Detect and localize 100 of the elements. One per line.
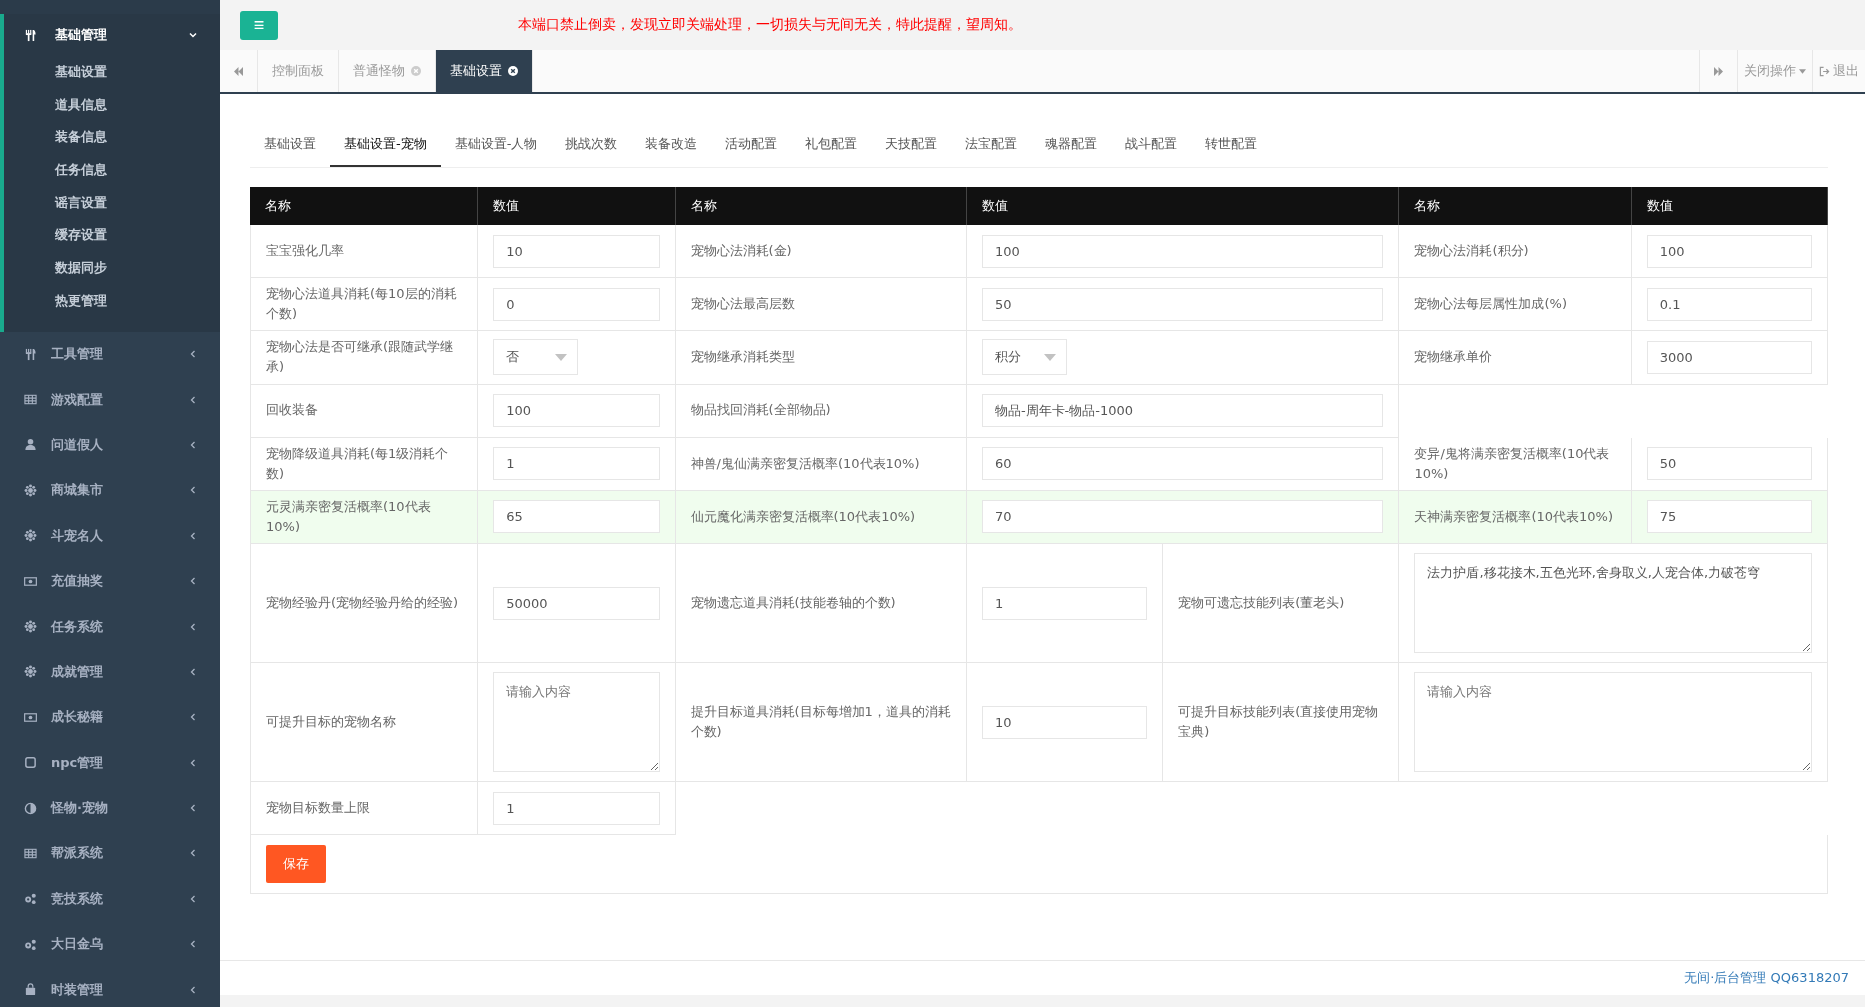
sidebar-item[interactable]: 怪物·宠物 (0, 785, 220, 831)
settings-tab[interactable]: 装备改造 (631, 123, 712, 165)
column-header: 名称 (1399, 187, 1632, 225)
sidebar-item[interactable]: 游戏配置 (0, 376, 220, 423)
text-input[interactable]: 10 (981, 705, 1148, 739)
field-label: 宠物继承单价 (1414, 348, 1493, 367)
field-label: 宠物降级道具消耗(每1级消耗个数) (266, 444, 450, 483)
settings-tab[interactable]: 天技配置 (871, 123, 952, 165)
settings-tab[interactable]: 魂器配置 (1031, 123, 1112, 165)
field-label: 宠物心法消耗(金) (690, 241, 792, 260)
text-input[interactable]: 65 (493, 500, 660, 534)
sidebar-item[interactable]: 充值抽奖 (0, 558, 220, 604)
text-input[interactable]: 3000 (1646, 340, 1812, 374)
sidebar-item-label: 竞技系统 (51, 889, 104, 908)
field-label: 宠物目标数量上限 (266, 799, 370, 818)
column-header: 数值 (966, 187, 1400, 225)
text-area[interactable]: 请输入内容 (1414, 672, 1812, 773)
sidebar-subitem[interactable]: 数据同步 (4, 252, 220, 285)
select-field[interactable]: 积分 (981, 339, 1067, 376)
text-input[interactable]: 60 (981, 447, 1384, 481)
sidebar-item[interactable]: 帮派系统 (0, 830, 220, 877)
sidebar-item-label: 任务系统 (51, 617, 104, 636)
column-header: 数值 (478, 187, 676, 225)
chevron-left-icon (188, 349, 198, 360)
text-input[interactable]: 70 (981, 500, 1384, 534)
utensils-icon (24, 28, 37, 42)
text-input[interactable]: 10 (493, 234, 660, 268)
sidebar-item[interactable]: 基础管理 (4, 14, 220, 56)
field-label: 神兽/鬼仙满亲密复活概率(10代表10%) (690, 454, 920, 473)
page-tab[interactable]: 基础设置 (436, 50, 533, 92)
text-input[interactable]: 1 (981, 586, 1148, 620)
sidebar-item[interactable]: 任务系统 (0, 603, 220, 650)
close-icon[interactable] (508, 66, 518, 76)
field-label: 宠物继承消耗类型 (690, 348, 795, 367)
asterisk-icon (24, 529, 37, 543)
notice-text: 本端口禁止倒卖，发现立即关端处理，一切损失与无间无关，特此提醒，望周知。 (518, 16, 1022, 34)
gears-icon (24, 892, 37, 906)
text-input[interactable]: 100 (493, 394, 660, 428)
sidebar-item[interactable]: 斗宠名人 (0, 513, 220, 559)
half-circle-icon (24, 801, 37, 815)
settings-tab[interactable]: 基础设置-人物 (440, 123, 552, 165)
asterisk-icon (24, 620, 37, 634)
sidebar-item-label: 问道假人 (51, 435, 104, 454)
sidebar-item[interactable]: 成长秘籍 (0, 694, 220, 740)
text-input[interactable]: 50 (981, 287, 1384, 321)
settings-tab[interactable]: 礼包配置 (791, 123, 872, 165)
chevron-left-icon (188, 848, 198, 859)
text-input[interactable]: 100 (1646, 234, 1812, 268)
chevron-left-icon (188, 394, 198, 405)
settings-tab[interactable]: 活动配置 (711, 123, 792, 165)
sidebar-item[interactable]: 商城集市 (0, 467, 220, 514)
grid-icon (24, 393, 37, 407)
field-label: 宠物心法消耗(积分) (1414, 241, 1529, 260)
sidebar-item-label: 成长秘籍 (51, 708, 104, 727)
sidebar-subitem[interactable]: 谣言设置 (4, 186, 220, 220)
caret-icon (555, 353, 568, 361)
field-label: 宠物心法道具消耗(每10层的消耗个数) (266, 285, 458, 324)
caret-icon (1799, 68, 1806, 74)
field-label: 回收装备 (266, 401, 318, 420)
text-input[interactable]: 0 (493, 287, 660, 321)
column-header: 名称 (250, 187, 479, 225)
sidebar-subitem[interactable]: 缓存设置 (4, 219, 220, 253)
text-input[interactable]: 物品-周年卡-物品-1000 (981, 394, 1384, 428)
chevron-left-icon (188, 803, 198, 814)
column-header: 名称 (675, 187, 967, 225)
settings-tab[interactable]: 基础设置 (250, 123, 330, 165)
sidebar-item-label: 商城集市 (51, 481, 104, 500)
settings-tab[interactable]: 法宝配置 (951, 123, 1032, 165)
settings-tab[interactable]: 转世配置 (1191, 123, 1272, 165)
sidebar-item[interactable]: 问道假人 (0, 422, 220, 468)
sidebar-subitem[interactable]: 任务信息 (4, 154, 220, 187)
chevron-down-icon (188, 30, 198, 40)
double-arrow-left-icon (233, 66, 244, 76)
sidebar-subitem[interactable]: 基础设置 (4, 56, 220, 89)
text-input[interactable]: 50 (1646, 447, 1812, 481)
text-area[interactable]: 法力护盾,移花接木,五色光环,舍身取义,人宠合体,力破苍穹 (1414, 553, 1812, 654)
sidebar-item[interactable]: 成就管理 (0, 649, 220, 695)
sidebar-subitem[interactable]: 装备信息 (4, 121, 220, 155)
text-area[interactable]: 请输入内容 (493, 672, 660, 773)
sidebar-subitem[interactable]: 道具信息 (4, 88, 220, 122)
text-input[interactable]: 75 (1646, 500, 1812, 534)
text-input[interactable]: 50000 (493, 586, 660, 620)
sidebar-item-label: 怪物·宠物 (51, 799, 109, 818)
text-input[interactable]: 0.1 (1646, 287, 1812, 321)
settings-tab[interactable]: 基础设置-宠物 (330, 123, 441, 167)
grid-icon (24, 847, 37, 860)
select-field[interactable]: 否 (493, 339, 579, 376)
text-input[interactable]: 1 (493, 447, 660, 481)
text-input[interactable]: 100 (981, 234, 1384, 268)
sidebar-item[interactable]: 时装管理 (0, 966, 220, 1007)
text-input[interactable]: 1 (493, 791, 660, 825)
sidebar-item[interactable]: 竞技系统 (0, 876, 220, 922)
user-icon (24, 438, 37, 452)
chevron-left-icon (188, 485, 198, 496)
sidebar-item[interactable]: 工具管理 (0, 331, 220, 377)
sidebar-item[interactable]: npc管理 (0, 740, 220, 786)
sidebar-subitem[interactable]: 热更管理 (4, 284, 220, 318)
settings-tab[interactable]: 战斗配置 (1111, 123, 1192, 165)
sidebar-item[interactable]: 大日金乌 (0, 921, 220, 967)
settings-tab[interactable]: 挑战次数 (551, 123, 632, 165)
